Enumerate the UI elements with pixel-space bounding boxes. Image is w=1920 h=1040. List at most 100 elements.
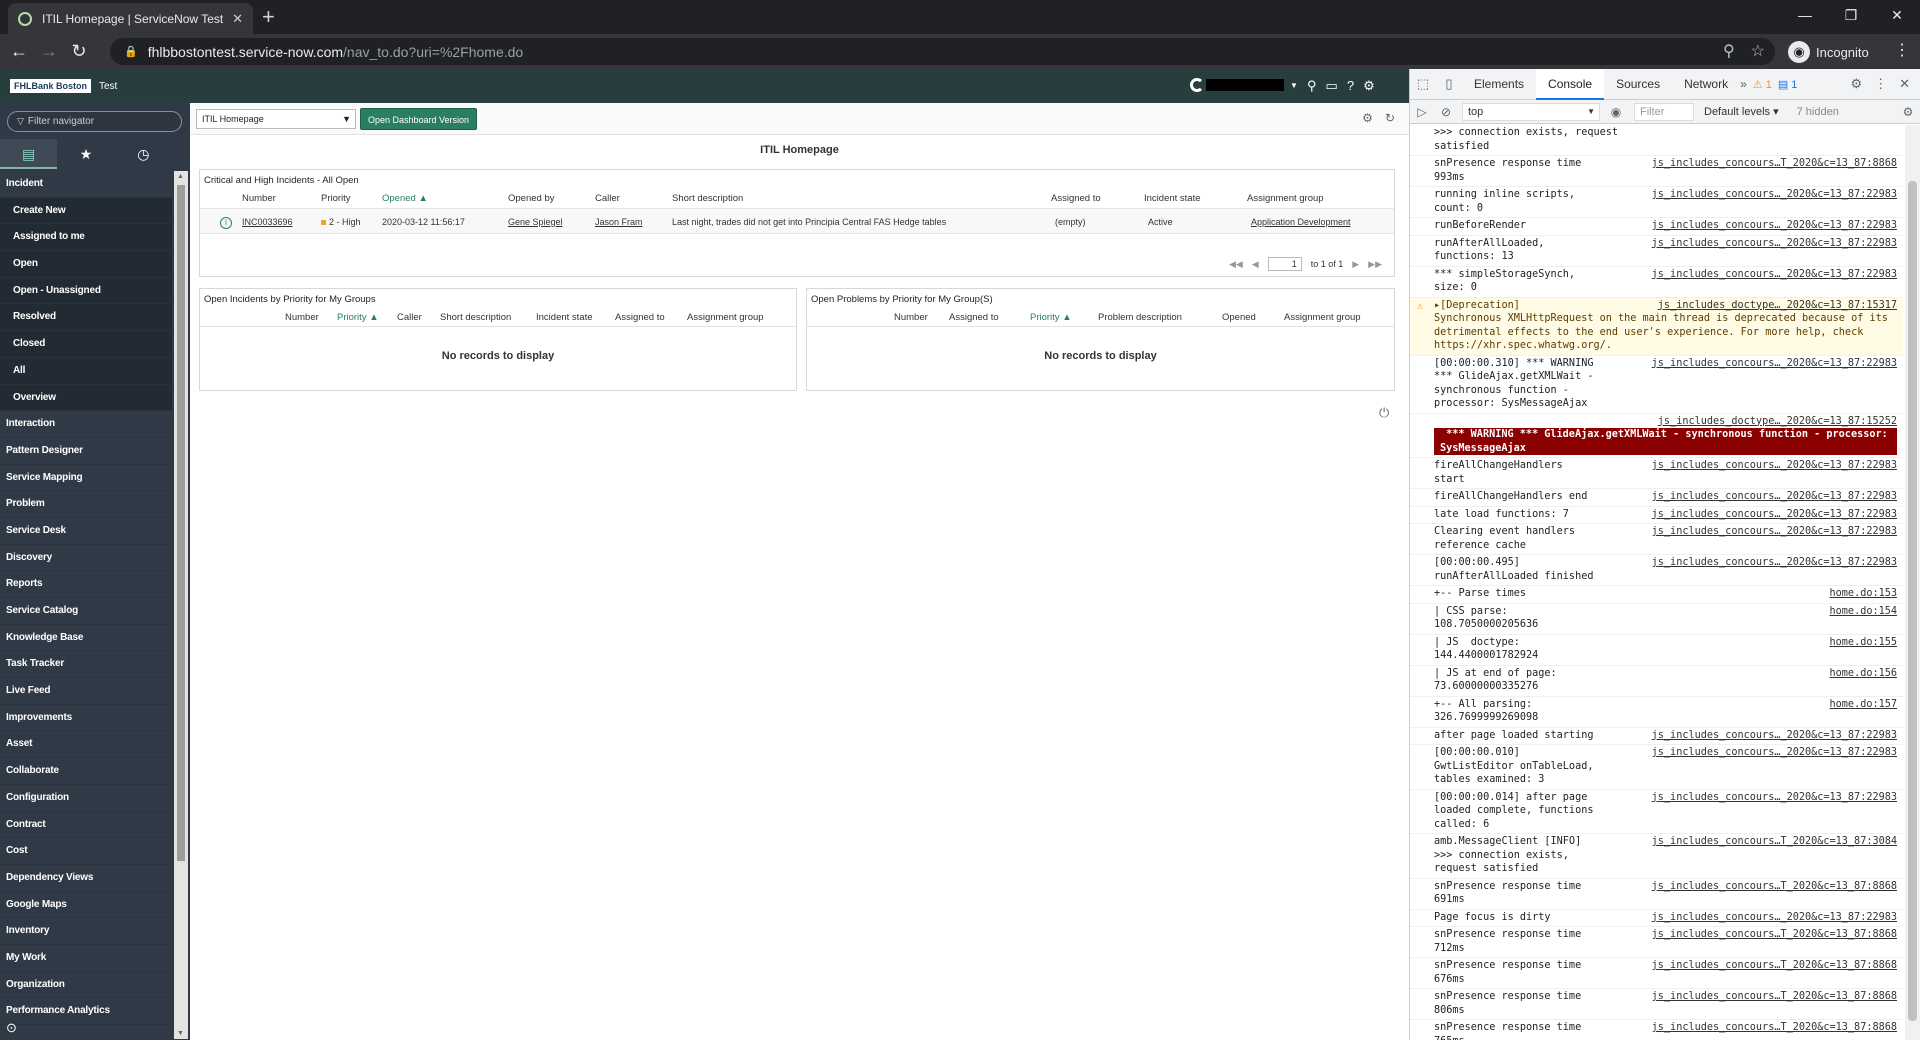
address-bar[interactable]: 🔒 fhlbbostontest.service-now.com/nav_to.… (110, 38, 1775, 65)
close-tab-icon[interactable]: ✕ (232, 11, 243, 27)
log-source-link[interactable]: home.do:153 (1610, 587, 1897, 601)
nav-item-open-unassigned[interactable]: Open - Unassigned (0, 277, 172, 305)
global-search-icon[interactable]: ⚲ (1307, 78, 1317, 94)
nav-item-contract[interactable]: Contract (0, 811, 172, 839)
incognito-indicator[interactable]: ◉ Incognito (1788, 39, 1869, 65)
nav-item-service-catalog[interactable]: Service Catalog (0, 598, 172, 625)
column-header[interactable]: Priority (321, 190, 382, 208)
column-header[interactable]: Short description (440, 309, 536, 326)
company-logo[interactable]: FHLBank Boston (10, 79, 91, 93)
scroll-down-icon[interactable]: ▼ (177, 1030, 184, 1037)
nav-item-interaction[interactable]: Interaction (0, 411, 172, 438)
next-page-icon[interactable]: ▶ (1352, 259, 1359, 270)
nav-item-collaborate[interactable]: Collaborate (0, 758, 172, 785)
log-source-link[interactable]: home.do:154 (1610, 605, 1897, 632)
filter-navigator-input[interactable]: ▽ Filter navigator (7, 111, 182, 132)
opened-by-link[interactable]: Gene Spiegel (508, 209, 595, 233)
system-settings-icon[interactable]: ⚙ (1363, 78, 1375, 94)
prev-page-icon[interactable]: ◀ (1252, 259, 1259, 270)
column-header[interactable]: Priority ▲ (337, 309, 397, 326)
zoom-icon[interactable]: ⚲ (1723, 41, 1735, 61)
refresh-icon[interactable]: ↻ (1385, 111, 1395, 125)
log-source-link[interactable] (1666, 126, 1898, 153)
log-source-link[interactable]: js_includes_concours…_2020&c=13_87:22983 (1610, 556, 1897, 583)
log-source-link[interactable]: js_includes_concours…_2020&c=13_87:22983 (1610, 268, 1897, 295)
log-levels-select[interactable]: Default levels ▾ (1704, 105, 1779, 118)
log-source-link[interactable]: js_includes_doctype…_2020&c=13_87:15252 (1434, 415, 1897, 429)
history-tab[interactable]: ◷ (115, 139, 172, 169)
column-header[interactable]: Number (894, 309, 949, 326)
open-dashboard-version-button[interactable]: Open Dashboard Version (360, 108, 478, 130)
column-header[interactable]: Assigned to (949, 309, 1030, 326)
last-page-icon[interactable]: ▶▶ (1368, 259, 1382, 270)
user-menu[interactable]: ▼ (1190, 78, 1298, 92)
devtools-menu-icon[interactable]: ⋮ (1874, 76, 1887, 92)
nav-item-dependency-views[interactable]: Dependency Views (0, 864, 172, 892)
log-source-link[interactable]: js_includes_concours…_2020&c=13_87:22983 (1610, 911, 1897, 925)
browser-tab[interactable]: ITIL Homepage | ServiceNow Test ✕ (8, 3, 253, 34)
new-tab-button[interactable]: + (262, 4, 275, 30)
nav-item-configuration[interactable]: Configuration (0, 784, 172, 812)
console-settings-icon[interactable]: ⚙ (1896, 105, 1920, 119)
nav-item-closed[interactable]: Closed (0, 331, 172, 358)
scrollbar-thumb[interactable] (177, 185, 185, 861)
column-header[interactable]: Short description (672, 190, 1051, 208)
column-header[interactable]: Problem description (1098, 309, 1222, 326)
sidebar-toggle-icon[interactable]: ▷ (1410, 105, 1434, 119)
device-toolbar-icon[interactable]: ▯ (1436, 76, 1462, 92)
nav-item-pattern-designer[interactable]: Pattern Designer (0, 437, 172, 465)
nav-item-problem[interactable]: Problem (0, 491, 172, 518)
nav-item-service-mapping[interactable]: Service Mapping (0, 464, 172, 492)
log-source-link[interactable]: home.do:156 (1610, 667, 1897, 694)
log-source-link[interactable]: home.do:155 (1610, 636, 1897, 663)
column-header[interactable]: Incident state (1144, 190, 1247, 208)
scroll-up-icon[interactable]: ▲ (177, 173, 184, 180)
restore-button[interactable]: ❐ (1828, 0, 1874, 30)
log-source-link[interactable]: js_includes_concours…T_2020&c=13_87:3084 (1610, 835, 1897, 876)
first-page-icon[interactable]: ◀◀ (1229, 259, 1243, 270)
power-icon[interactable]: ⏻ (1379, 405, 1389, 421)
browser-menu-icon[interactable]: ⋮ (1894, 40, 1910, 60)
nav-item-incident[interactable]: Incident (0, 171, 172, 198)
info-icon[interactable]: i (220, 216, 232, 229)
tab-elements[interactable]: Elements (1462, 69, 1536, 100)
nav-item-discovery[interactable]: Discovery (0, 544, 172, 572)
log-source-link[interactable]: js_includes_concours…_2020&c=13_87:22983 (1610, 357, 1897, 411)
log-source-link[interactable]: js_includes_concours…_2020&c=13_87:22983 (1610, 459, 1897, 486)
log-source-link[interactable]: js_includes_concours…T_2020&c=13_87:8868 (1610, 880, 1897, 907)
connect-chat-icon[interactable]: ▭ (1326, 78, 1338, 94)
log-source-link[interactable]: js_includes_concours…_2020&c=13_87:22983 (1610, 791, 1897, 832)
log-source-link[interactable]: js_includes_doctype…_2020&c=13_87:15317 (1610, 299, 1897, 313)
page-number-input[interactable]: 1 (1267, 257, 1302, 271)
log-source-link[interactable]: js_includes_concours…_2020&c=13_87:22983 (1610, 746, 1897, 787)
column-header[interactable]: Assignment group (1284, 309, 1384, 326)
nav-item-task-tracker[interactable]: Task Tracker (0, 651, 172, 679)
column-header[interactable]: Opened by (508, 190, 595, 208)
favorites-tab[interactable]: ★ (57, 139, 114, 169)
message-count-badge[interactable]: ▤ 1 (1778, 78, 1798, 91)
bookmark-star-icon[interactable]: ☆ (1751, 41, 1765, 61)
column-header[interactable]: Assignment group (1247, 190, 1367, 208)
column-header[interactable]: Assigned to (615, 309, 687, 326)
forward-icon[interactable]: → (34, 41, 64, 62)
assignment-group-link[interactable]: Application Development (1247, 209, 1367, 233)
help-icon[interactable]: ? (1347, 78, 1354, 94)
nav-item-reports[interactable]: Reports (0, 571, 172, 598)
tab-console[interactable]: Console (1536, 68, 1605, 100)
column-header[interactable]: Opened ▲ (382, 190, 508, 208)
log-source-link[interactable]: js_includes_concours…T_2020&c=13_87:8868 (1610, 990, 1897, 1017)
column-header[interactable]: Assigned to (1051, 190, 1144, 208)
column-header[interactable]: Opened (1222, 309, 1284, 326)
log-source-link[interactable]: js_includes_concours…_2020&c=13_87:22983 (1610, 729, 1897, 743)
log-source-link[interactable]: js_includes_concours…_2020&c=13_87:22983 (1610, 508, 1897, 522)
inspect-element-icon[interactable]: ⬚ (1410, 76, 1436, 92)
column-header[interactable]: Caller (397, 309, 440, 326)
nav-item-cost[interactable]: Cost (0, 838, 172, 865)
log-source-link[interactable]: js_includes_concours…_2020&c=13_87:22983 (1610, 237, 1897, 264)
more-tabs-icon[interactable]: » (1740, 77, 1747, 91)
navigator-scrollbar[interactable]: ▲ ▼ (174, 171, 188, 1039)
eye-icon[interactable]: ◉ (1604, 105, 1628, 119)
nav-item-assigned-to-me[interactable]: Assigned to me (0, 224, 172, 252)
nav-item-google-maps[interactable]: Google Maps (0, 891, 172, 919)
warning-count-badge[interactable]: ⚠ 1 (1753, 78, 1772, 91)
